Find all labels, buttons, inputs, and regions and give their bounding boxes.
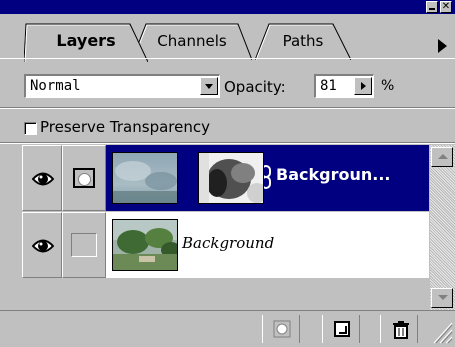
scroll-up-icon[interactable] bbox=[431, 147, 453, 167]
layers-palette: ✕ Paths Channels Layers Normal Opacity: … bbox=[0, 0, 455, 347]
add-mask-icon bbox=[273, 320, 291, 338]
layer-name[interactable]: Background bbox=[182, 234, 274, 252]
visibility-toggle[interactable] bbox=[22, 145, 62, 211]
empty-link-box bbox=[71, 233, 97, 257]
eye-icon bbox=[32, 239, 54, 253]
divider bbox=[0, 107, 455, 109]
layer-row[interactable]: Background bbox=[22, 212, 429, 278]
trash-icon bbox=[393, 321, 409, 339]
layer-mask-thumbnail[interactable] bbox=[198, 152, 264, 204]
palette-menu-arrow-icon[interactable] bbox=[432, 36, 452, 56]
tab-layers-label: Layers bbox=[56, 31, 116, 50]
new-layer-icon bbox=[334, 321, 350, 337]
bottom-toolbar bbox=[0, 310, 455, 347]
layer-thumbnail bbox=[112, 219, 178, 271]
layer-mask-toggle[interactable] bbox=[62, 145, 106, 211]
opacity-unit: % bbox=[381, 78, 395, 94]
minimize-icon[interactable] bbox=[426, 1, 438, 13]
layers-list: Backgroun... Background bbox=[22, 145, 429, 310]
opacity-input[interactable]: 81 bbox=[314, 74, 374, 98]
tab-channels-label: Channels bbox=[157, 32, 227, 50]
layer-thumbnail bbox=[112, 152, 178, 204]
layer-name[interactable]: Backgroun... bbox=[276, 165, 390, 184]
tab-paths[interactable]: Paths bbox=[255, 22, 351, 60]
resize-grip-icon[interactable] bbox=[428, 315, 454, 345]
divider bbox=[0, 142, 455, 144]
scroll-down-icon[interactable] bbox=[431, 288, 453, 308]
opacity-slider-arrow-icon[interactable] bbox=[354, 77, 372, 95]
visibility-toggle[interactable] bbox=[22, 212, 62, 278]
layer-row[interactable]: Backgroun... bbox=[22, 145, 429, 211]
mask-icon bbox=[73, 168, 95, 188]
add-mask-button[interactable] bbox=[262, 315, 300, 343]
opacity-label: Opacity: bbox=[224, 78, 286, 96]
delete-layer-button[interactable] bbox=[380, 315, 418, 343]
layer-link-cell[interactable] bbox=[62, 212, 106, 278]
tab-divider bbox=[0, 58, 455, 59]
layer-content[interactable]: Background bbox=[106, 212, 429, 278]
opacity-value: 81 bbox=[320, 78, 337, 94]
new-layer-button[interactable] bbox=[322, 315, 360, 343]
tab-channels[interactable]: Channels bbox=[132, 22, 252, 60]
tab-paths-label: Paths bbox=[282, 32, 324, 50]
tab-layers[interactable]: Layers bbox=[24, 22, 148, 62]
blend-mode-value: Normal bbox=[30, 78, 81, 94]
preserve-transparency-label: Preserve Transparency bbox=[40, 118, 210, 136]
layer-content-selected[interactable]: Backgroun... bbox=[106, 145, 429, 211]
eye-icon bbox=[32, 172, 54, 186]
blend-mode-select[interactable]: Normal bbox=[24, 74, 220, 98]
title-bar[interactable]: ✕ bbox=[0, 0, 455, 14]
vertical-scrollbar[interactable] bbox=[430, 145, 455, 310]
preserve-transparency-checkbox[interactable] bbox=[24, 122, 37, 135]
chevron-down-icon[interactable] bbox=[200, 77, 218, 95]
close-icon[interactable]: ✕ bbox=[440, 1, 452, 13]
